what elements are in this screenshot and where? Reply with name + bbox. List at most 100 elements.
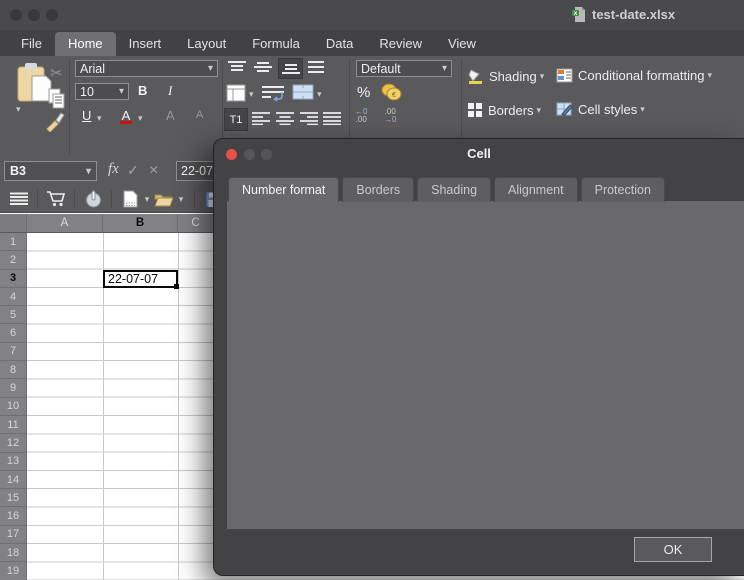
row-header-14[interactable]: 14: [0, 471, 27, 489]
row-header-5[interactable]: 5: [0, 306, 27, 324]
dialog-tab-borders[interactable]: Borders: [342, 177, 414, 202]
underline-button[interactable]: U: [82, 108, 91, 123]
dialog-tab-shading[interactable]: Shading: [417, 177, 491, 202]
row-header-11[interactable]: 11: [0, 416, 27, 434]
row-header-8[interactable]: 8: [0, 361, 27, 379]
menu-tab-home[interactable]: Home: [55, 32, 116, 56]
wrap-text-button[interactable]: [262, 84, 284, 102]
delete-decimal-button[interactable]: .00 →0: [384, 108, 396, 124]
currency-format-button[interactable]: €: [381, 83, 403, 101]
row-header-12[interactable]: 12: [0, 434, 27, 452]
clone-formatting-button[interactable]: [44, 110, 66, 132]
zoom-window-button[interactable]: [46, 9, 58, 21]
paste-dropdown-arrow[interactable]: ▾: [16, 104, 21, 115]
font-color-dropdown-arrow[interactable]: ▾: [138, 113, 143, 124]
font-size-combobox[interactable]: 10 ▾: [75, 83, 129, 100]
row-header-10[interactable]: 10: [0, 398, 27, 416]
select-all-corner[interactable]: [0, 214, 27, 233]
menu-tab-data[interactable]: Data: [313, 32, 366, 56]
menu-tab-insert[interactable]: Insert: [116, 32, 175, 56]
menu-toggle-button[interactable]: [8, 189, 30, 209]
row-header-6[interactable]: 6: [0, 324, 27, 342]
accept-icon[interactable]: ✓: [127, 162, 139, 179]
text-orientation-button[interactable]: T1: [224, 108, 248, 131]
new-document-button[interactable]: [119, 189, 141, 209]
merge-dropdown-arrow[interactable]: ▾: [317, 89, 322, 100]
row-header-19[interactable]: 19: [0, 562, 27, 580]
row-header-3[interactable]: 3: [0, 270, 27, 288]
dialog-tab-number-format[interactable]: Number format: [228, 177, 339, 202]
shading-button[interactable]: Shading ▾: [467, 68, 544, 85]
row-header-15[interactable]: 15: [0, 489, 27, 507]
shading-dropdown-arrow[interactable]: ▾: [540, 71, 545, 82]
row-header-7[interactable]: 7: [0, 343, 27, 361]
close-window-button[interactable]: [10, 9, 22, 21]
merge-cells-button[interactable]: [292, 84, 314, 100]
menu-tab-layout[interactable]: Layout: [174, 32, 239, 56]
center-vertically-button[interactable]: [254, 61, 272, 74]
row-header-4[interactable]: 4: [0, 288, 27, 306]
hamburger-icon: [10, 192, 28, 206]
name-box-dropdown-arrow[interactable]: ▾: [86, 166, 91, 177]
align-bottom-button[interactable]: [278, 58, 303, 79]
cell-format-dialog: Cell Number formatBordersShadingAlignmen…: [213, 138, 744, 576]
row-header-1[interactable]: 1: [0, 233, 27, 251]
align-right-icon: [300, 112, 318, 125]
conditional-formatting-button[interactable]: Conditional formatting ▾: [556, 68, 712, 83]
font-size-value: 10: [80, 85, 94, 99]
selected-cell-b3[interactable]: 22-07-07: [103, 270, 178, 288]
frame-dropdown-arrow[interactable]: ▾: [249, 89, 254, 100]
dialog-tab-alignment[interactable]: Alignment: [494, 177, 578, 202]
row-header-2[interactable]: 2: [0, 251, 27, 269]
justify-button[interactable]: [323, 112, 341, 125]
font-color-button[interactable]: A: [118, 106, 134, 124]
minimize-window-button[interactable]: [28, 9, 40, 21]
font-name-value: Arial: [80, 62, 105, 76]
copy-button[interactable]: [47, 88, 67, 110]
align-top-button[interactable]: [228, 61, 246, 74]
grow-font-button[interactable]: A: [166, 108, 175, 123]
number-format-combobox[interactable]: Default ▾: [356, 60, 452, 77]
row-header-16[interactable]: 16: [0, 507, 27, 525]
open-dropdown-arrow[interactable]: ▾: [175, 189, 187, 209]
menu-tab-file[interactable]: File: [8, 32, 55, 56]
font-name-combobox[interactable]: Arial ▾: [75, 60, 218, 77]
menu-tab-view[interactable]: View: [435, 32, 489, 56]
select-mode-button[interactable]: [82, 189, 104, 209]
shrink-font-button[interactable]: A: [196, 109, 203, 121]
row-header-13[interactable]: 13: [0, 453, 27, 471]
dialog-tab-protection[interactable]: Protection: [581, 177, 665, 202]
row-header-18[interactable]: 18: [0, 544, 27, 562]
conditional-formatting-dropdown-arrow[interactable]: ▾: [707, 70, 712, 81]
row-header-9[interactable]: 9: [0, 379, 27, 397]
cut-icon[interactable]: ✂: [50, 64, 63, 82]
function-wizard-button[interactable]: fx: [108, 161, 119, 178]
menu-tab-review[interactable]: Review: [366, 32, 435, 56]
italic-button[interactable]: I: [168, 83, 172, 99]
column-header-a[interactable]: A: [27, 214, 103, 233]
copy-icon: [47, 88, 67, 110]
borders-dropdown-arrow[interactable]: ▾: [537, 105, 542, 116]
new-document-dropdown-arrow[interactable]: ▾: [141, 189, 153, 209]
row-header-17[interactable]: 17: [0, 526, 27, 544]
cell-styles-dropdown-arrow[interactable]: ▾: [640, 104, 645, 115]
column-header-c[interactable]: C: [178, 214, 214, 233]
menu-tab-formula[interactable]: Formula: [239, 32, 313, 56]
open-file-button[interactable]: [153, 189, 175, 209]
align-center-button[interactable]: [276, 112, 294, 125]
percent-format-button[interactable]: %: [357, 84, 370, 101]
insert-frame-button[interactable]: [226, 84, 246, 102]
store-button[interactable]: [45, 189, 67, 209]
ok-button[interactable]: OK: [634, 537, 712, 562]
bold-button[interactable]: B: [138, 83, 147, 98]
name-box[interactable]: B3 ▾: [4, 161, 97, 181]
borders-button[interactable]: Borders ▾: [467, 102, 541, 118]
distribute-rows-button[interactable]: [308, 61, 324, 74]
column-header-b[interactable]: B: [103, 214, 178, 233]
cell-styles-button[interactable]: Cell styles ▾: [556, 102, 645, 117]
cancel-icon[interactable]: ×: [149, 162, 158, 180]
align-right-button[interactable]: [300, 112, 318, 125]
underline-dropdown-arrow[interactable]: ▾: [97, 113, 102, 124]
add-decimal-button[interactable]: ←0 .00: [355, 108, 367, 124]
align-left-button[interactable]: [252, 112, 270, 125]
